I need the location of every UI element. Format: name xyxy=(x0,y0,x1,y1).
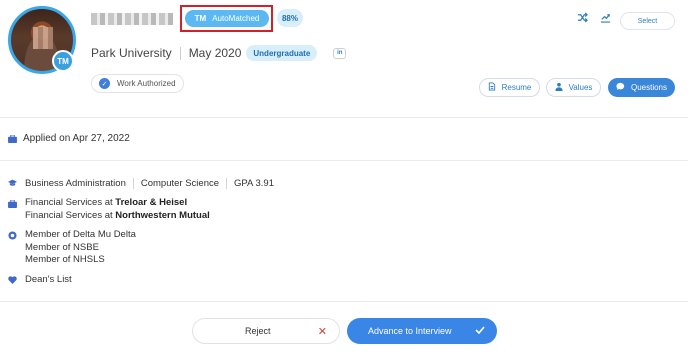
questions-button[interactable]: Questions xyxy=(608,78,675,97)
person-icon xyxy=(554,82,563,93)
compare-icon[interactable] xyxy=(599,11,612,24)
values-button[interactable]: Values xyxy=(546,78,601,97)
school-name: Park University xyxy=(91,46,172,60)
select-button[interactable]: Select xyxy=(620,12,675,30)
honors-row: Dean's List xyxy=(8,274,72,285)
work-authorized-label: Work Authorized xyxy=(117,79,176,88)
document-icon xyxy=(488,82,496,93)
graduation-cap-icon xyxy=(8,178,17,187)
graduation-date: May 2020 xyxy=(188,46,242,60)
briefcase-icon xyxy=(8,199,17,208)
education-row: Park University May 2020 Undergraduate i… xyxy=(91,45,347,61)
shuffle-icon[interactable] xyxy=(576,11,589,24)
heart-icon xyxy=(8,275,17,284)
resume-label: Resume xyxy=(501,83,532,92)
work-authorized-tag: ✓ Work Authorized xyxy=(91,74,184,93)
automatched-badge: TM AutoMatched xyxy=(185,10,269,27)
major-1: Business Administration xyxy=(25,178,126,189)
major-2: Computer Science xyxy=(140,178,220,189)
experience-item: Financial Services at Treloar & Heisel xyxy=(25,197,188,208)
experience-row: Financial Services at Treloar & Heisel F… xyxy=(8,197,210,222)
check-icon: ✓ xyxy=(99,78,110,89)
divider xyxy=(0,160,688,161)
match-score-badge: 88% xyxy=(277,9,303,27)
organization-item: Member of NHSLS xyxy=(25,254,105,265)
chat-icon xyxy=(616,82,625,93)
candidate-avatar: TM xyxy=(8,6,76,74)
advance-to-interview-button[interactable]: Advance to Interview xyxy=(347,318,497,344)
organizations-row: Member of Delta Mu Delta Member of NSBE … xyxy=(8,229,136,267)
briefcase-icon xyxy=(8,134,17,143)
linkedin-icon[interactable]: in xyxy=(333,47,347,59)
values-label: Values xyxy=(568,83,593,92)
automatched-label: AutoMatched xyxy=(212,14,260,23)
checkmark-icon xyxy=(475,326,485,336)
applied-date-row: Applied on Apr 27, 2022 xyxy=(8,133,130,144)
degree-level-badge: Undergraduate xyxy=(246,45,318,61)
honor-item: Dean's List xyxy=(25,274,72,285)
close-icon: ✕ xyxy=(317,325,327,338)
tm-logo-icon: TM xyxy=(194,14,207,23)
resume-button[interactable]: Resume xyxy=(479,78,540,97)
advance-label: Advance to Interview xyxy=(368,326,452,336)
organization-icon xyxy=(8,231,17,240)
applied-date: Applied on Apr 27, 2022 xyxy=(23,133,130,144)
questions-label: Questions xyxy=(630,83,668,92)
experience-item: Financial Services at Northwestern Mutua… xyxy=(25,209,210,221)
reject-label: Reject xyxy=(245,326,271,336)
tm-badge-icon: TM xyxy=(52,50,74,72)
gpa: GPA 3.91 xyxy=(234,178,274,189)
candidate-name-blurred xyxy=(91,13,173,25)
majors-row: Business Administration Computer Science… xyxy=(8,178,274,189)
reject-button[interactable]: Reject ✕ xyxy=(192,318,340,344)
organization-item: Member of Delta Mu Delta xyxy=(25,229,136,240)
divider xyxy=(179,46,181,60)
divider xyxy=(0,301,688,302)
organization-item: Member of NSBE xyxy=(25,241,99,253)
divider xyxy=(0,117,688,118)
